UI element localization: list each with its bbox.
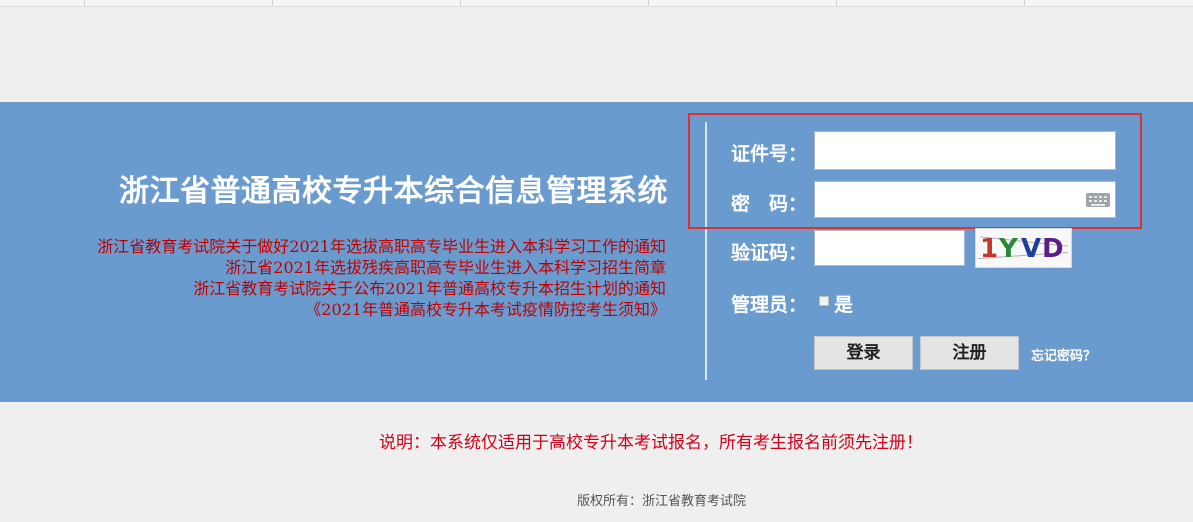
captcha-image[interactable]: 1 Y V D xyxy=(975,228,1072,268)
keyboard-icon[interactable] xyxy=(1086,193,1110,207)
login-page: 浙江省普通高校专升本综合信息管理系统 浙江省教育考试院关于做好2021年选拔高职… xyxy=(0,0,1193,522)
captcha-input[interactable] xyxy=(814,230,965,266)
notice-list: 浙江省教育考试院关于做好2021年选拔高职高专毕业生进入本科学习工作的通知 浙江… xyxy=(97,236,666,320)
copyright: 版权所有：浙江省教育考试院 xyxy=(577,494,747,509)
admin-checkbox-label[interactable]: 是 xyxy=(834,290,853,317)
notice-link[interactable]: 浙江省教育考试院关于做好2021年选拔高职高专毕业生进入本科学习工作的通知 xyxy=(97,236,666,257)
tab-separator xyxy=(84,0,85,6)
id-number-input[interactable] xyxy=(814,131,1116,170)
register-button[interactable]: 注册 xyxy=(920,336,1019,370)
captcha-label: 验证码： xyxy=(731,242,808,264)
password-label: 密 码： xyxy=(731,193,808,215)
captcha-char: D xyxy=(1042,234,1064,264)
login-button[interactable]: 登录 xyxy=(814,336,913,370)
password-input[interactable] xyxy=(814,181,1116,218)
notice-link[interactable]: 《2021年普通高校专升本考试疫情防控考生须知》 xyxy=(97,299,666,320)
id-label: 证件号： xyxy=(731,143,808,165)
forgot-password-link[interactable]: 忘记密码？ xyxy=(1031,345,1096,364)
admin-label: 管理员： xyxy=(731,294,808,316)
tab-separator xyxy=(648,0,649,6)
tab-separator xyxy=(272,0,273,6)
captcha-char: 1 xyxy=(980,234,999,264)
tab-separator xyxy=(836,0,837,6)
captcha-char: Y xyxy=(999,234,1018,264)
captcha-char: V xyxy=(1021,234,1042,264)
tab-separator xyxy=(460,0,461,6)
tab-strip xyxy=(0,0,1193,7)
notice-link[interactable]: 浙江省教育考试院关于公布2021年普通高校专升本招生计划的通知 xyxy=(97,278,666,299)
tab-separator xyxy=(1024,0,1025,6)
usage-note: 说明：本系统仅适用于高校专升本考试报名，所有考生报名前须先注册！ xyxy=(379,433,923,453)
notice-link[interactable]: 浙江省2021年选拔残疾高职高专毕业生进入本科学习招生简章 xyxy=(97,257,666,278)
site-title: 浙江省普通高校专升本综合信息管理系统 xyxy=(119,174,668,209)
admin-checkbox[interactable] xyxy=(819,296,829,306)
